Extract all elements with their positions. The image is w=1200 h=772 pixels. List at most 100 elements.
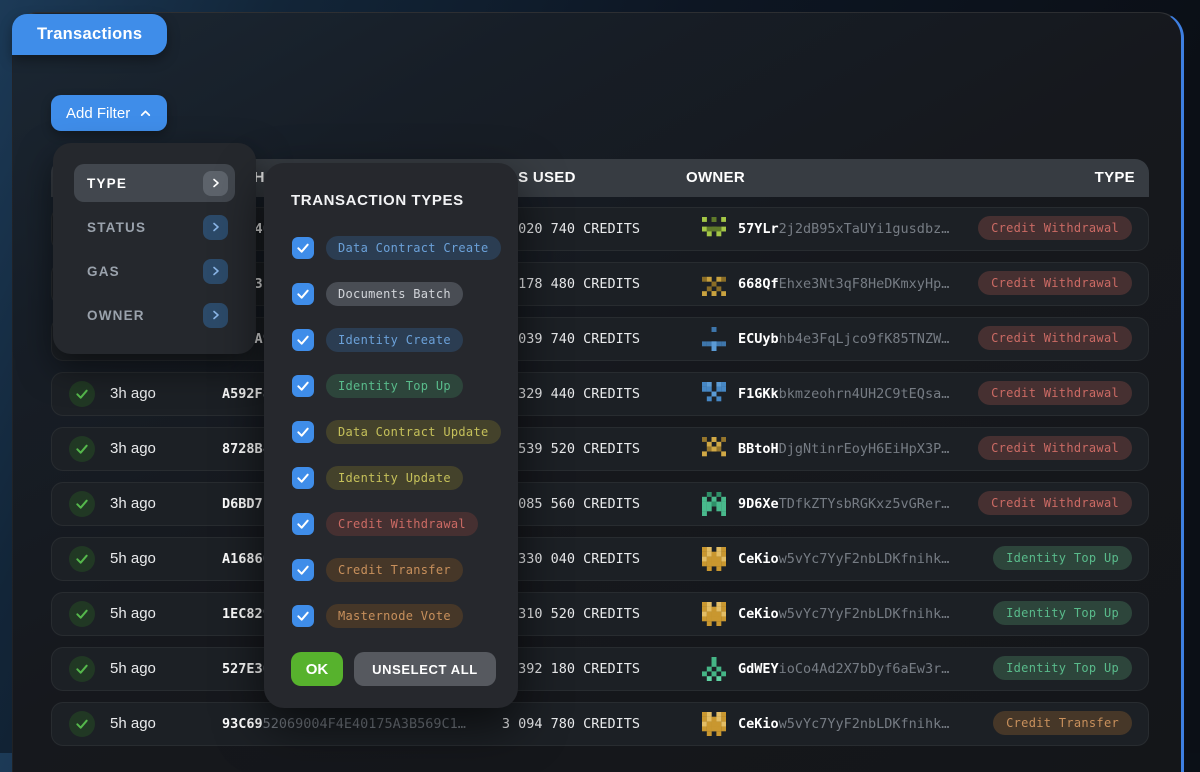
- checkbox-checked[interactable]: [292, 237, 314, 259]
- table-row[interactable]: 5h ago527E36A1D8F05B92C47E3A6D1F8B0…1 39…: [51, 647, 1149, 691]
- type-badge: Credit Withdrawal: [978, 491, 1132, 515]
- gas-used: 2 178 480 CREDITS: [502, 263, 640, 305]
- owner-id: 9D6XeTDfkZTYsbRGKxz5vGRer…: [738, 483, 949, 525]
- header-owner: OWNER: [686, 159, 745, 197]
- type-badge: Credit Withdrawal: [978, 271, 1132, 295]
- gas-used: 1 310 520 CREDITS: [502, 593, 640, 635]
- checkbox-checked[interactable]: [292, 329, 314, 351]
- gas-used: 3 020 740 CREDITS: [502, 208, 640, 250]
- panel-actions: OK UNSELECT ALL: [291, 652, 496, 686]
- type-badge: Credit Withdrawal: [978, 326, 1132, 350]
- owner-id: F1GKkbkmzeohrn4UH2C9tEQsa…: [738, 373, 949, 415]
- chevron-right-icon[interactable]: [203, 171, 228, 196]
- timestamp: 5h ago: [110, 703, 156, 745]
- type-option-row: Identity Create: [264, 317, 518, 363]
- timestamp: 3h ago: [110, 483, 156, 525]
- type-badge: Credit Transfer: [326, 558, 463, 582]
- checkbox-checked[interactable]: [292, 605, 314, 627]
- table-row[interactable]: 5h ago 93C6952069004F4E40175A3B569C1… 3 09…: [51, 702, 1149, 746]
- checkbox-checked[interactable]: [292, 375, 314, 397]
- timestamp: 5h ago: [110, 648, 156, 690]
- type-badge: Credit Transfer: [993, 711, 1132, 735]
- type-option-row: Data Contract Create: [264, 225, 518, 271]
- type-badge: Data Contract Create: [326, 236, 501, 260]
- table-row[interactable]: 5h agoA16860D3C7F92B5E48A16C0D9F327…1 33…: [51, 537, 1149, 581]
- timestamp: 3h ago: [110, 373, 156, 415]
- table-row[interactable]: 3h ago8728B4F0A9C2E57D1B386F4A0C9E2…1 53…: [51, 427, 1149, 471]
- owner-identicon: [702, 602, 726, 626]
- type-option-row: Credit Withdrawal: [264, 501, 518, 547]
- owner-identicon: [702, 437, 726, 461]
- checkbox-checked[interactable]: [292, 467, 314, 489]
- tab-transactions[interactable]: Transactions: [12, 14, 167, 55]
- chevron-right-icon[interactable]: [203, 259, 228, 284]
- gas-used: 1 330 040 CREDITS: [502, 538, 640, 580]
- checkbox-checked[interactable]: [292, 559, 314, 581]
- status-success-icon: [69, 436, 95, 462]
- type-option-row: Identity Top Up: [264, 363, 518, 409]
- owner-identicon: [702, 547, 726, 571]
- status-success-icon: [69, 601, 95, 627]
- owner-identicon: [702, 382, 726, 406]
- filter-menu-item-label: OWNER: [87, 308, 203, 323]
- panel-title: TRANSACTION TYPES: [291, 192, 464, 209]
- gas-used: 3 039 740 CREDITS: [502, 318, 640, 360]
- header-type: TYPE: [1095, 159, 1135, 197]
- owner-id: CeKiow5vYc7YyF2nbLDKfnihk…: [738, 538, 949, 580]
- timestamp: 3h ago: [110, 428, 156, 470]
- checkbox-checked[interactable]: [292, 421, 314, 443]
- type-badge: Data Contract Update: [326, 420, 501, 444]
- type-badge: Credit Withdrawal: [978, 381, 1132, 405]
- type-badge: Documents Batch: [326, 282, 463, 306]
- type-badge: Credit Withdrawal: [978, 436, 1132, 460]
- type-badge: Identity Create: [326, 328, 463, 352]
- chevron-up-icon: [139, 107, 152, 120]
- owner-id: CeKiow5vYc7YyF2nbLDKfnihk…: [738, 593, 949, 635]
- gas-used: 3 094 780 CREDITS: [502, 703, 640, 745]
- owner-id: 668QfEhxe3Nt3qF8HeDKmxyHp…: [738, 263, 949, 305]
- transaction-types-panel: TRANSACTION TYPES Data Contract Create Do…: [264, 163, 518, 708]
- timestamp: 5h ago: [110, 538, 156, 580]
- table-row[interactable]: 3h agoA592F8C31B7D4E09A6F25C8B1D3E7…1 32…: [51, 372, 1149, 416]
- filter-menu-item-type[interactable]: TYPE: [74, 164, 235, 202]
- type-badge: Credit Withdrawal: [326, 512, 478, 536]
- filter-menu-item-gas[interactable]: GAS: [74, 252, 235, 290]
- type-option-row: Data Contract Update: [264, 409, 518, 455]
- type-option-row: Identity Update: [264, 455, 518, 501]
- filter-menu-item-owner[interactable]: OWNER: [74, 296, 235, 334]
- gas-used: 1 392 180 CREDITS: [502, 648, 640, 690]
- owner-identicon: [702, 712, 726, 736]
- owner-identicon: [702, 272, 726, 296]
- chevron-right-icon[interactable]: [203, 303, 228, 328]
- tx-hash: 93C6952069004F4E40175A3B569C1…: [222, 703, 466, 745]
- owner-identicon: [702, 217, 726, 241]
- checkbox-checked[interactable]: [292, 283, 314, 305]
- unselect-all-button[interactable]: UNSELECT ALL: [354, 652, 496, 686]
- filter-menu: TYPE STATUS GAS OWNER: [53, 143, 256, 354]
- table-row[interactable]: 5h ago1EC829B5F04A7C3E218D6B9F50A4C…1 31…: [51, 592, 1149, 636]
- type-option-row: Masternode Vote: [264, 593, 518, 639]
- ok-button[interactable]: OK: [291, 652, 343, 686]
- owner-identicon: [702, 657, 726, 681]
- type-badge: Identity Top Up: [993, 546, 1132, 570]
- type-badge: Credit Withdrawal: [978, 216, 1132, 240]
- main-panel: Transactions Add Filter TIMESTAMP HASH G…: [12, 12, 1184, 772]
- type-badge: Identity Top Up: [993, 656, 1132, 680]
- add-filter-label: Add Filter: [66, 105, 130, 122]
- filter-menu-item-label: GAS: [87, 264, 203, 279]
- owner-identicon: [702, 492, 726, 516]
- filter-menu-item-status[interactable]: STATUS: [74, 208, 235, 246]
- owner-id: GdWEYioCo4Ad2X7bDyf6aEw3r…: [738, 648, 949, 690]
- owner-id: CeKiow5vYc7YyF2nbLDKfnihk…: [738, 703, 949, 745]
- table-row[interactable]: 3h agoD6BD71E58A3C90F27B4D6E1A8C35F…3 08…: [51, 482, 1149, 526]
- status-success-icon: [69, 656, 95, 682]
- checkbox-checked[interactable]: [292, 513, 314, 535]
- chevron-right-icon[interactable]: [203, 215, 228, 240]
- timestamp: 5h ago: [110, 593, 156, 635]
- add-filter-button[interactable]: Add Filter: [51, 95, 167, 131]
- status-success-icon: [69, 491, 95, 517]
- type-options-list: Data Contract Create Documents Batch Ident…: [264, 225, 518, 639]
- type-option-row: Credit Transfer: [264, 547, 518, 593]
- filter-menu-item-label: TYPE: [87, 176, 203, 191]
- filter-menu-item-label: STATUS: [87, 220, 203, 235]
